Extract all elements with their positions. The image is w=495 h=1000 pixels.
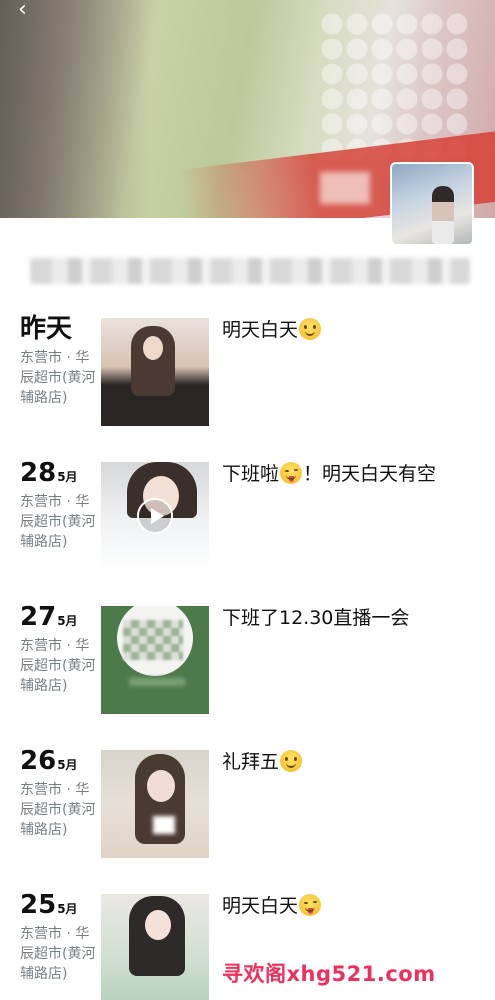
post-location[interactable]: 东营市 · 华辰超市(黄河辅路店) [20,924,98,984]
date-day: 27 [20,602,57,632]
thumb-blur-patch [153,816,175,834]
thumb-face [147,770,175,802]
post-date: 275月 东营市 · 华辰超市(黄河辅路店) [20,602,98,696]
cover-shade [0,0,150,218]
date-month: 5月 [57,614,78,628]
date-day: 26 [20,746,57,776]
caption-text: 明天白天 [222,895,299,917]
post-caption[interactable]: 明天白天 [222,315,322,345]
post-location[interactable]: 东营市 · 华辰超市(黄河辅路店) [20,636,98,696]
post-thumbnail[interactable] [101,750,209,858]
post-caption[interactable]: 下班了12.30直播一会 [222,603,409,633]
blurred-signature [30,258,470,284]
post-thumbnail[interactable] [101,894,209,1000]
post-thumbnail[interactable] [101,318,209,426]
post-location[interactable]: 东营市 · 华辰超市(黄河辅路店) [20,348,98,408]
post-caption[interactable]: 明天白天 [222,891,322,921]
post-caption[interactable]: 下班啦 ！明天白天有空 [222,459,436,489]
post-date: 285月 东营市 · 华辰超市(黄河辅路店) [20,458,98,552]
post-item[interactable]: 265月 东营市 · 华辰超市(黄河辅路店) 礼拜五 [0,732,495,858]
post-item[interactable]: 285月 东营市 · 华辰超市(黄河辅路店) 下班啦 ！明天白天有空 [0,444,495,570]
back-arrow-icon[interactable]: ‹ [18,0,34,21]
thumb-mosaic [123,620,183,660]
date-label: 昨天 [20,314,73,344]
caption-text: 下班了12.30直播一会 [222,607,410,629]
play-icon[interactable] [137,498,173,534]
caption-text: 礼拜五 [222,751,280,773]
wink-tongue-emoji-icon [280,462,303,484]
date-month: 5月 [57,902,78,916]
date-day: 28 [20,458,57,488]
post-item[interactable]: 275月 东营市 · 华辰超市(黄河辅路店) 下班了12.30直播一会 [0,588,495,714]
avatar-figure [432,186,454,244]
thumb-blurred-text [129,678,185,686]
watermark-text: 寻欢阁xhg521.com [222,962,436,986]
post-location[interactable]: 东营市 · 华辰超市(黄河辅路店) [20,780,98,840]
caption-text: 下班啦 [222,463,280,485]
smile-emoji-icon [299,318,322,340]
post-location[interactable]: 东营市 · 华辰超市(黄河辅路店) [20,492,98,552]
caption-text-after: ！明天白天有空 [303,463,437,485]
post-date: 255月 东营市 · 华辰超市(黄河辅路店) [20,890,98,984]
wink-tongue-emoji-icon [299,894,322,916]
date-month: 5月 [57,758,78,772]
blurred-nickname [320,172,370,204]
post-item[interactable]: 昨天 东营市 · 华辰超市(黄河辅路店) 明天白天 [0,300,495,426]
date-day: 25 [20,890,57,920]
caption-text: 明天白天 [222,319,299,341]
profile-avatar[interactable] [390,162,474,246]
post-thumbnail[interactable] [101,606,209,714]
thumb-face [143,336,163,360]
thumb-face [145,910,171,940]
date-month: 5月 [57,470,78,484]
post-date: 265月 东营市 · 华辰超市(黄河辅路店) [20,746,98,840]
post-caption[interactable]: 礼拜五 [222,747,303,777]
smile-emoji-icon [280,750,303,772]
post-date: 昨天 东营市 · 华辰超市(黄河辅路店) [20,314,98,408]
post-video-thumbnail[interactable] [101,462,209,570]
